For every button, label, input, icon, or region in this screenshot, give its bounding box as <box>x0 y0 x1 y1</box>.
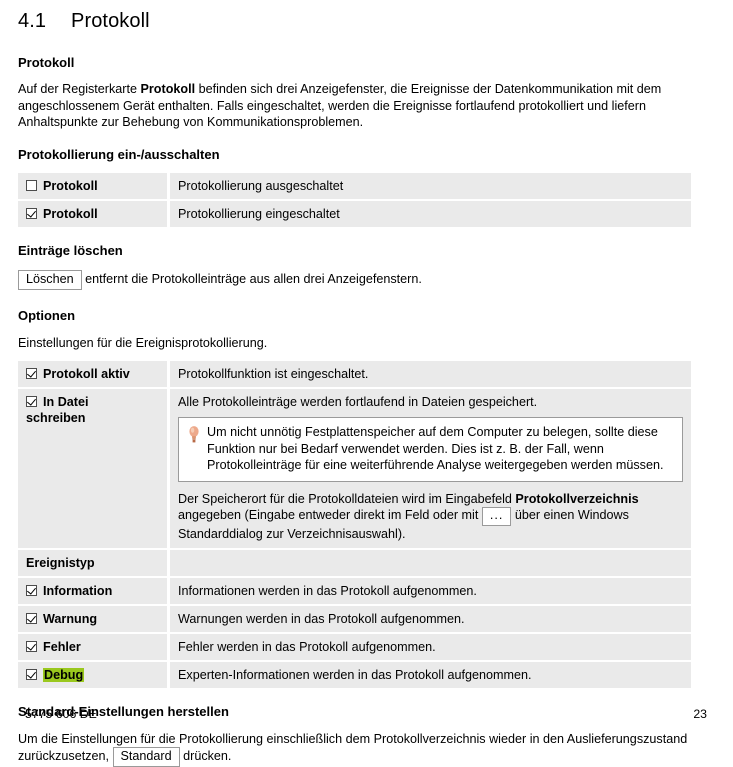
checkbox-checked-icon[interactable] <box>26 585 37 596</box>
table-row: Protokoll Protokollierung ausgeschaltet <box>18 173 691 201</box>
table-row: Protokoll Protokollierung eingeschaltet <box>18 201 691 227</box>
footer-page-number: 23 <box>693 707 715 722</box>
after-pre: Der Speicherort für die Protokolldateien… <box>178 492 515 506</box>
section-heading-optionen: Optionen <box>18 308 715 323</box>
option-active-label-cell: Protokoll aktiv <box>18 361 170 389</box>
event-row-0-label: Information <box>43 584 112 598</box>
table-row: Information Informationen werden in das … <box>18 578 691 606</box>
event-row-1-label-cell: Warnung <box>18 606 170 634</box>
toggle-table: Protokoll Protokollierung ausgeschaltet … <box>18 173 691 227</box>
table-row: Protokoll aktiv Protokollfunktion ist ei… <box>18 361 691 389</box>
option-file-label-cell: In Datei schreiben <box>18 389 170 550</box>
toggle-row-1-label-cell: Protokoll <box>18 201 170 227</box>
option-file-desc-cell: Alle Protokolleinträge werden fortlaufen… <box>170 389 691 550</box>
section-heading-clear: Einträge löschen <box>18 243 715 258</box>
toggle-row-0-desc: Protokollierung ausgeschaltet <box>170 173 691 201</box>
event-row-1-label: Warnung <box>43 612 97 626</box>
event-row-2-label-cell: Fehler <box>18 634 170 662</box>
options-table: Protokoll aktiv Protokollfunktion ist ei… <box>18 361 691 688</box>
standard-button[interactable]: Standard <box>113 747 180 767</box>
clear-paragraph: Löschen entfernt die Protokolleinträge a… <box>18 270 715 290</box>
page-footer: 5775 606 DE 23 <box>18 707 715 722</box>
checkbox-checked-icon[interactable] <box>26 396 37 407</box>
toggle-row-1-label: Protokoll <box>43 207 98 221</box>
table-row: In Datei schreiben Alle Protokolleinträge… <box>18 389 691 550</box>
event-row-3-label-cell: Debug <box>18 662 170 688</box>
intro-paragraph: Auf der Registerkarte Protokoll befinden… <box>18 81 715 131</box>
document-page: 4.1 Protokoll Protokoll Auf der Register… <box>0 0 733 762</box>
after-mid: angegeben (Eingabe entweder direkt im Fe… <box>178 508 482 522</box>
options-intro: Einstellungen für die Ereignisprotokolli… <box>18 335 715 352</box>
chapter-title-text: Protokoll <box>71 8 150 34</box>
intro-paragraph-pre: Auf der Registerkarte <box>18 82 141 96</box>
event-type-header-spacer <box>170 550 691 578</box>
note-text: Um nicht unnötig Festplattenspeicher auf… <box>207 424 672 474</box>
toggle-row-0-label-cell: Protokoll <box>18 173 170 201</box>
option-file-after-text: Der Speicherort für die Protokolldateien… <box>178 491 683 543</box>
loeschen-button[interactable]: Löschen <box>18 270 82 290</box>
option-file-desc: Alle Protokolleinträge werden fortlaufen… <box>178 394 683 410</box>
page-title: 4.1 Protokoll <box>18 0 715 34</box>
table-row: Fehler Fehler werden in das Protokoll au… <box>18 634 691 662</box>
section-heading-toggle: Protokollierung ein-/ausschalten <box>18 147 715 162</box>
event-row-3-label: Debug <box>43 668 84 682</box>
checkbox-checked-icon[interactable] <box>26 368 37 379</box>
lightbulb-icon <box>187 425 207 449</box>
table-row: Ereignistyp <box>18 550 691 578</box>
event-type-header: Ereignistyp <box>18 550 170 578</box>
checkbox-checked-icon[interactable] <box>26 613 37 624</box>
checkbox-checked-icon[interactable] <box>26 208 37 219</box>
table-row: Debug Experten-Informationen werden in d… <box>18 662 691 688</box>
event-row-1-desc: Warnungen werden in das Protokoll aufgen… <box>170 606 691 634</box>
clear-paragraph-text: entfernt die Protokolleinträge aus allen… <box>85 272 422 286</box>
toggle-row-0-label: Protokoll <box>43 179 98 193</box>
footer-doc-id: 5775 606 DE <box>18 707 97 722</box>
event-row-3-desc: Experten-Informationen werden in das Pro… <box>170 662 691 688</box>
event-row-0-label-cell: Information <box>18 578 170 606</box>
event-row-0-desc: Informationen werden in das Protokoll au… <box>170 578 691 606</box>
option-file-label-line1: In Datei <box>43 395 89 409</box>
defaults-text-post: drücken. <box>180 749 232 763</box>
browse-dots-button[interactable]: ... <box>482 507 512 526</box>
intro-paragraph-bold: Protokoll <box>141 82 196 96</box>
checkbox-checked-icon[interactable] <box>26 641 37 652</box>
note-box: Um nicht unnötig Festplattenspeicher auf… <box>178 417 683 482</box>
section-heading-protokoll: Protokoll <box>18 55 715 70</box>
chapter-number: 4.1 <box>18 8 71 34</box>
option-active-desc: Protokollfunktion ist eingeschaltet. <box>170 361 691 389</box>
option-file-label-line2: schreiben <box>26 411 86 425</box>
toggle-row-1-desc: Protokollierung eingeschaltet <box>170 201 691 227</box>
after-bold: Protokollverzeichnis <box>515 492 638 506</box>
event-row-2-label: Fehler <box>43 640 81 654</box>
checkbox-checked-icon[interactable] <box>26 669 37 680</box>
table-row: Warnung Warnungen werden in das Protokol… <box>18 606 691 634</box>
option-active-label: Protokoll aktiv <box>43 367 130 381</box>
checkbox-unchecked-icon[interactable] <box>26 180 37 191</box>
event-row-2-desc: Fehler werden in das Protokoll aufgenomm… <box>170 634 691 662</box>
